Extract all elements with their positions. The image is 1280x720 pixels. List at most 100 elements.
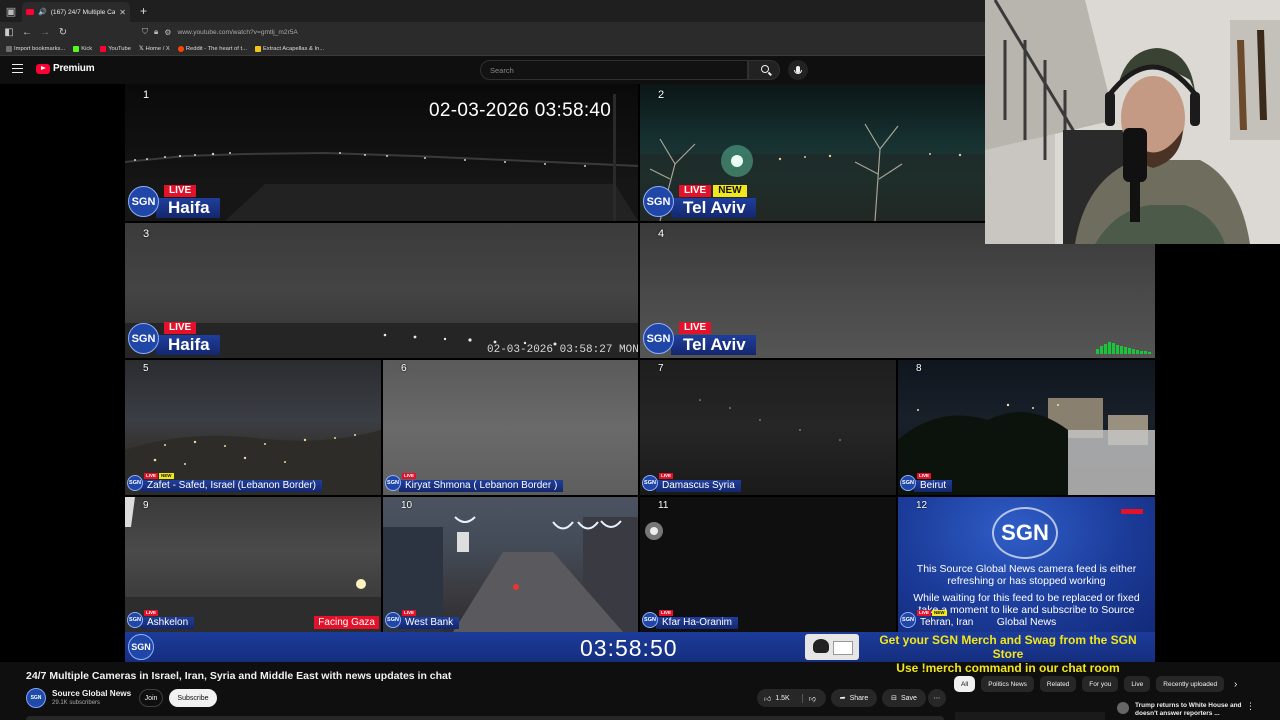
- thumbs-down-icon: 👎︎: [808, 695, 816, 703]
- camera-cell-6: 6 SGN LIVE Kiryat Shmona ( Lebanon Borde…: [383, 360, 638, 495]
- new-badge: NEW: [159, 473, 174, 479]
- bookmarks-bar: Import bookmarks... Kick YouTube 𝕏 Home /…: [0, 42, 985, 56]
- browser-tab-strip: ▣ 🔊 (167) 24/7 Multiple Camera ✕ +: [0, 0, 985, 22]
- reddit-icon: [177, 45, 184, 52]
- bookmark-import[interactable]: Import bookmarks...: [6, 45, 65, 52]
- chip-live[interactable]: Live: [1124, 676, 1151, 692]
- location-label: SGN LIVE NEW Zafet - Safed, Israel (Leban…: [127, 473, 322, 492]
- sgn-logo: SGN: [127, 612, 143, 628]
- url-field[interactable]: ⛉ 🔒︎ ⚙ www.youtube.com/watch?v=gmtlj_m2r…: [142, 27, 298, 37]
- recommendation-item[interactable]: Trump returns to White House and doesn't…: [1117, 702, 1260, 718]
- close-tab-icon[interactable]: ✕: [119, 8, 126, 17]
- sgn-logo: SGN: [642, 612, 658, 628]
- live-badge: LIVE: [402, 473, 417, 479]
- new-badge: NEW: [713, 185, 747, 197]
- bookmark-reddit[interactable]: Reddit - The heart of t...: [177, 45, 247, 52]
- location-name: Damascus Syria: [656, 479, 741, 492]
- sgn-logo: SGN: [643, 323, 674, 354]
- chip-related[interactable]: Related: [1039, 676, 1077, 692]
- camera-number: 6: [401, 363, 407, 374]
- recommendation-channel-avatar: [1117, 702, 1129, 714]
- page-settings-icon[interactable]: ⚙: [164, 28, 171, 37]
- channel-name[interactable]: Source Global News: [52, 689, 131, 698]
- chip-recently-uploaded[interactable]: Recently uploaded: [1156, 676, 1225, 692]
- folder-icon: [254, 45, 261, 52]
- kebab-menu-icon[interactable]: ⋮: [1246, 701, 1255, 712]
- live-badge: LIVE: [144, 473, 159, 479]
- sidebar-toggle-icon[interactable]: ◧: [0, 27, 18, 38]
- sgn-logo: SGN: [385, 612, 401, 628]
- url-text[interactable]: www.youtube.com/watch?v=gmtlj_m2r5A: [177, 29, 297, 36]
- camera-number: 4: [658, 228, 665, 240]
- address-toolbar: ◧ ← → ↻ ⛉ 🔒︎ ⚙ www.youtube.com/watch?v=g…: [0, 22, 985, 42]
- bookmark-icon: ⊟: [891, 695, 897, 702]
- sgn-logo: SGN: [385, 475, 401, 491]
- browser-tab-active[interactable]: 🔊 (167) 24/7 Multiple Camera ✕: [22, 2, 130, 22]
- chip-all[interactable]: All: [954, 676, 976, 692]
- reload-icon[interactable]: ↻: [54, 27, 72, 38]
- camera-number: 12: [916, 500, 928, 511]
- subscribe-button[interactable]: Subscribe: [169, 689, 217, 707]
- location-name: Tehran, Iran: [920, 617, 974, 628]
- streamer-webcam: [985, 0, 1280, 244]
- dislike-button[interactable]: 👎︎: [801, 693, 816, 703]
- youtube-header: Premium Search: [0, 57, 985, 84]
- location-label: SGN LIVE Beirut: [900, 473, 953, 492]
- sgn-logo: SGN: [128, 323, 159, 354]
- youtube-premium-logo[interactable]: Premium: [36, 63, 95, 74]
- camera-cell-7: 7 SGN LIVE Damascus Syria: [640, 360, 896, 495]
- forward-icon[interactable]: →: [36, 27, 54, 38]
- live-indicator: [1121, 509, 1143, 514]
- logo-text: Premium: [53, 63, 95, 74]
- location-label: SGN LIVE NEW Tel Aviv: [643, 185, 756, 218]
- sgn-large-logo: SGN: [992, 507, 1058, 559]
- search-button[interactable]: [748, 60, 780, 80]
- camera-number: 9: [143, 500, 149, 511]
- camera-number: 10: [401, 500, 413, 511]
- voice-search-button[interactable]: [788, 60, 808, 80]
- back-icon[interactable]: ←: [18, 27, 36, 38]
- channel-avatar[interactable]: SGN: [26, 688, 46, 708]
- menu-icon[interactable]: [12, 64, 23, 73]
- chip-for-you[interactable]: For you: [1082, 676, 1119, 692]
- live-badge: LIVE: [164, 322, 197, 334]
- new-tab-icon[interactable]: +: [140, 4, 147, 18]
- search-input[interactable]: Search: [480, 60, 748, 80]
- chevron-right-icon[interactable]: ›: [1234, 679, 1237, 690]
- search-icon: [761, 65, 769, 73]
- tab-actions-icon[interactable]: ▣: [0, 0, 22, 22]
- bookmark-label: Home / X: [145, 45, 170, 52]
- save-button[interactable]: ⊟ Save: [882, 689, 926, 707]
- bookmark-x[interactable]: 𝕏 Home / X: [139, 46, 170, 52]
- merch-icon: [805, 634, 859, 660]
- bookmark-label: Extract Acapellas & In...: [262, 45, 325, 52]
- speaker-icon[interactable]: 🔊: [38, 8, 47, 16]
- location-name: Haifa: [156, 334, 220, 355]
- bookmark-kick[interactable]: Kick: [73, 45, 92, 52]
- audio-level-meter: [1096, 342, 1151, 354]
- live-badge: LIVE: [402, 610, 417, 616]
- like-count: 1.5K: [775, 694, 790, 702]
- camera-number: 11: [658, 500, 669, 511]
- facing-gaza-tag: Facing Gaza: [314, 616, 379, 629]
- live-badge: LIVE: [917, 610, 932, 616]
- more-actions-button[interactable]: ⋯: [928, 689, 946, 707]
- share-button[interactable]: ➦ Share: [831, 689, 877, 707]
- join-button[interactable]: Join: [139, 689, 163, 707]
- description-box[interactable]: [26, 716, 944, 720]
- bookmark-acapellas[interactable]: Extract Acapellas & In...: [254, 45, 325, 52]
- like-button[interactable]: 👍︎ 1.5K: [764, 694, 790, 703]
- video-title: 24/7 Multiple Cameras in Israel, Iran, S…: [26, 670, 452, 682]
- merch-banner: Get your SGN Merch and Swag from the SGN…: [863, 633, 1153, 675]
- bookmark-label: Reddit - The heart of t...: [185, 45, 247, 52]
- offline-message: This Source Global News camera feed is e…: [916, 563, 1137, 587]
- chip-politics-news[interactable]: Politics News: [981, 676, 1034, 692]
- bookmark-youtube[interactable]: YouTube: [100, 45, 131, 52]
- youtube-icon: [100, 45, 107, 52]
- location-name: West Bank: [399, 616, 460, 629]
- location-label: SGN LIVE Haifa: [128, 185, 220, 218]
- recommendation-title[interactable]: Trump returns to White House and doesn't…: [1135, 702, 1260, 718]
- recommendation-thumbnail[interactable]: [955, 712, 1105, 720]
- location-name: Tel Aviv: [671, 334, 756, 355]
- camera-timestamp: 02-03-2026 03:58:40: [429, 100, 612, 121]
